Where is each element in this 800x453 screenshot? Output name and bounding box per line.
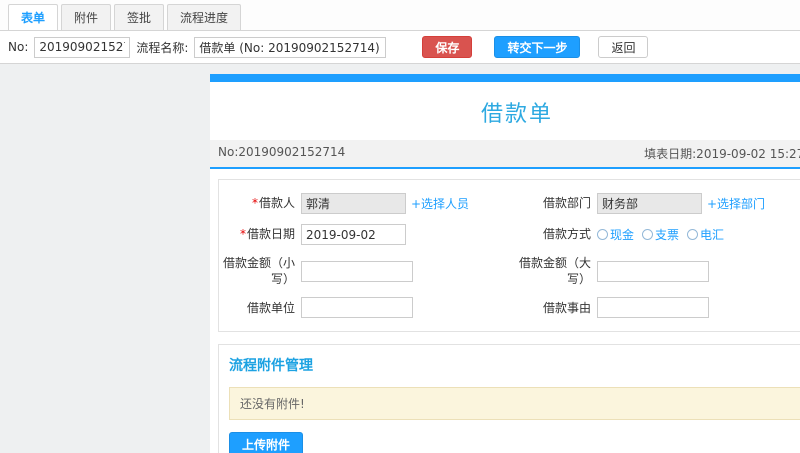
department-field: +选择部门: [597, 193, 800, 214]
department-label: 借款部门: [542, 196, 591, 211]
loan-method-label: 借款方式: [542, 227, 591, 242]
form-row: *借款日期 借款方式 现金 支票 电汇: [219, 219, 800, 250]
loan-form-panel: 借款单 No:20190902152714 填表日期:2019-09-02 15…: [210, 74, 800, 453]
no-label: No:: [8, 40, 29, 54]
attachment-section: 流程附件管理 还没有附件! 上传附件: [218, 344, 800, 453]
header: 表单 附件 签批 流程进度 No: 流程名称: 保存 转交下一步 返回: [0, 0, 800, 64]
amount-small-label: 借款金额（小写）: [222, 256, 295, 287]
form-row: 借款单位 借款事由: [219, 292, 800, 323]
loan-unit-label: 借款单位: [246, 300, 295, 315]
process-name-label: 流程名称:: [136, 40, 189, 55]
loan-method-field: 现金 支票 电汇: [597, 226, 800, 243]
divider: [210, 167, 800, 169]
form-row: *借款人 +选择人员 借款部门 +选择部门: [219, 188, 800, 219]
attachment-section-title: 流程附件管理: [229, 358, 313, 375]
select-person-link[interactable]: +选择人员: [411, 195, 469, 212]
tab-approval[interactable]: 签批: [114, 4, 165, 30]
form-row: 借款金额（小写） 借款金额（大写）: [219, 250, 800, 292]
loan-reason-label: 借款事由: [542, 300, 591, 315]
process-name-input[interactable]: [194, 36, 387, 58]
loan-unit-input[interactable]: [301, 297, 413, 319]
document-no: No:20190902152714: [218, 145, 346, 159]
amount-small-field: [301, 260, 515, 282]
loan-form-fields: *借款人 +选择人员 借款部门 +选择部门 *借款日期 借款方式: [218, 179, 800, 333]
required-mark: *: [239, 227, 246, 242]
tab-progress[interactable]: 流程进度: [167, 4, 242, 30]
select-department-link[interactable]: +选择部门: [707, 195, 765, 212]
loan-unit-field: [301, 297, 515, 319]
amount-small-input[interactable]: [301, 260, 413, 282]
amount-big-input[interactable]: [597, 260, 709, 282]
loan-date-field: [301, 224, 515, 245]
next-step-button[interactable]: 转交下一步: [494, 36, 581, 58]
loan-date-label: *借款日期: [239, 227, 295, 242]
loan-reason-field: [597, 297, 800, 319]
borrower-input[interactable]: [301, 193, 406, 214]
tab-bar: 表单 附件 签批 流程进度: [0, 0, 800, 31]
loan-method-options: 现金 支票 电汇: [597, 226, 724, 243]
no-attachment-notice: 还没有附件!: [229, 387, 800, 421]
tab-form[interactable]: 表单: [8, 4, 59, 30]
radio-cash[interactable]: 现金: [597, 226, 634, 243]
radio-wire[interactable]: 电汇: [687, 226, 724, 243]
loan-reason-input[interactable]: [597, 297, 709, 319]
radio-circle-icon: [642, 229, 654, 240]
document-title: 借款单: [480, 102, 553, 127]
radio-circle-icon: [597, 229, 608, 240]
department-input[interactable]: [597, 193, 702, 214]
required-mark: *: [251, 196, 258, 211]
borrower-label: *借款人: [251, 196, 295, 211]
back-button[interactable]: 返回: [598, 36, 649, 58]
content-area: 借款单 No:20190902152714 填表日期:2019-09-02 15…: [0, 64, 800, 453]
amount-big-label: 借款金额（大写）: [518, 256, 591, 287]
borrower-field: +选择人员: [301, 193, 515, 214]
save-button[interactable]: 保存: [422, 36, 473, 58]
document-meta: No:20190902152714 填表日期:2019-09-02 15:27:…: [210, 140, 800, 167]
radio-circle-icon: [687, 229, 699, 240]
no-input[interactable]: [34, 36, 131, 58]
loan-date-input[interactable]: [301, 224, 406, 245]
upload-attachment-button[interactable]: 上传附件: [229, 432, 304, 453]
radio-cheque[interactable]: 支票: [642, 226, 679, 243]
panel-top-bar: [210, 74, 800, 82]
top-toolbar: No: 流程名称: 保存 转交下一步 返回: [0, 31, 800, 64]
tab-attachment[interactable]: 附件: [61, 4, 112, 30]
amount-big-field: [597, 260, 800, 282]
document-date: 填表日期:2019-09-02 15:27:1: [644, 147, 800, 161]
